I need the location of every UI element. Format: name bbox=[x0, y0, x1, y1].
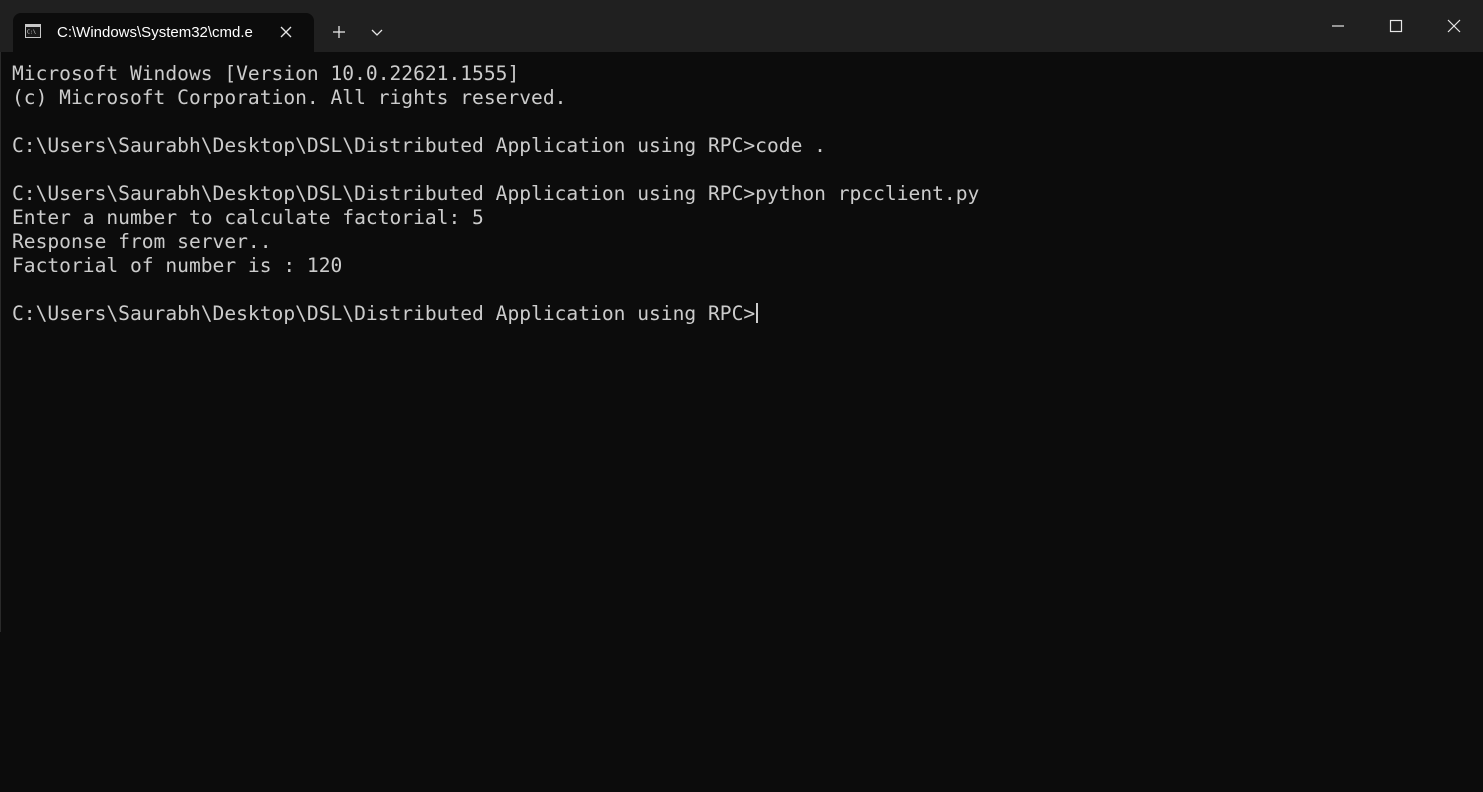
terminal-line: Microsoft Windows [Version 10.0.22621.15… bbox=[12, 62, 520, 85]
prompt-text: C:\Users\Saurabh\Desktop\DSL\Distributed… bbox=[12, 302, 756, 325]
close-tab-icon[interactable] bbox=[275, 21, 297, 43]
close-icon bbox=[1447, 19, 1461, 33]
minimize-icon bbox=[1332, 25, 1344, 27]
tab-cmd[interactable]: C:\ C:\Windows\System32\cmd.e bbox=[13, 13, 314, 52]
tab-title: C:\Windows\System32\cmd.e bbox=[57, 24, 253, 41]
console-icon: C:\ bbox=[25, 24, 41, 38]
text-cursor bbox=[756, 303, 759, 323]
terminal-output[interactable]: Microsoft Windows [Version 10.0.22621.15… bbox=[0, 52, 1483, 792]
terminal-line: C:\Users\Saurabh\Desktop\DSL\Distributed… bbox=[12, 182, 980, 205]
window-border bbox=[0, 52, 1, 632]
prompt-line[interactable]: C:\Users\Saurabh\Desktop\DSL\Distributed… bbox=[12, 302, 1483, 326]
minimize-button[interactable] bbox=[1309, 0, 1367, 52]
title-bar[interactable]: C:\ C:\Windows\System32\cmd.e bbox=[0, 0, 1483, 52]
terminal-line: Response from server.. bbox=[12, 230, 272, 253]
new-tab-button[interactable] bbox=[326, 20, 352, 44]
terminal-line: C:\Users\Saurabh\Desktop\DSL\Distributed… bbox=[12, 134, 826, 157]
terminal-line: (c) Microsoft Corporation. All rights re… bbox=[12, 86, 567, 109]
svg-text:C:\: C:\ bbox=[27, 30, 36, 36]
close-window-button[interactable] bbox=[1425, 0, 1483, 52]
terminal-window: C:\ C:\Windows\System32\cmd.e Microsoft … bbox=[0, 0, 1483, 792]
maximize-icon bbox=[1389, 19, 1403, 33]
terminal-line: Enter a number to calculate factorial: 5 bbox=[12, 206, 484, 229]
terminal-line: Factorial of number is : 120 bbox=[12, 254, 343, 277]
tab-dropdown-button[interactable] bbox=[364, 20, 390, 44]
maximize-button[interactable] bbox=[1367, 0, 1425, 52]
